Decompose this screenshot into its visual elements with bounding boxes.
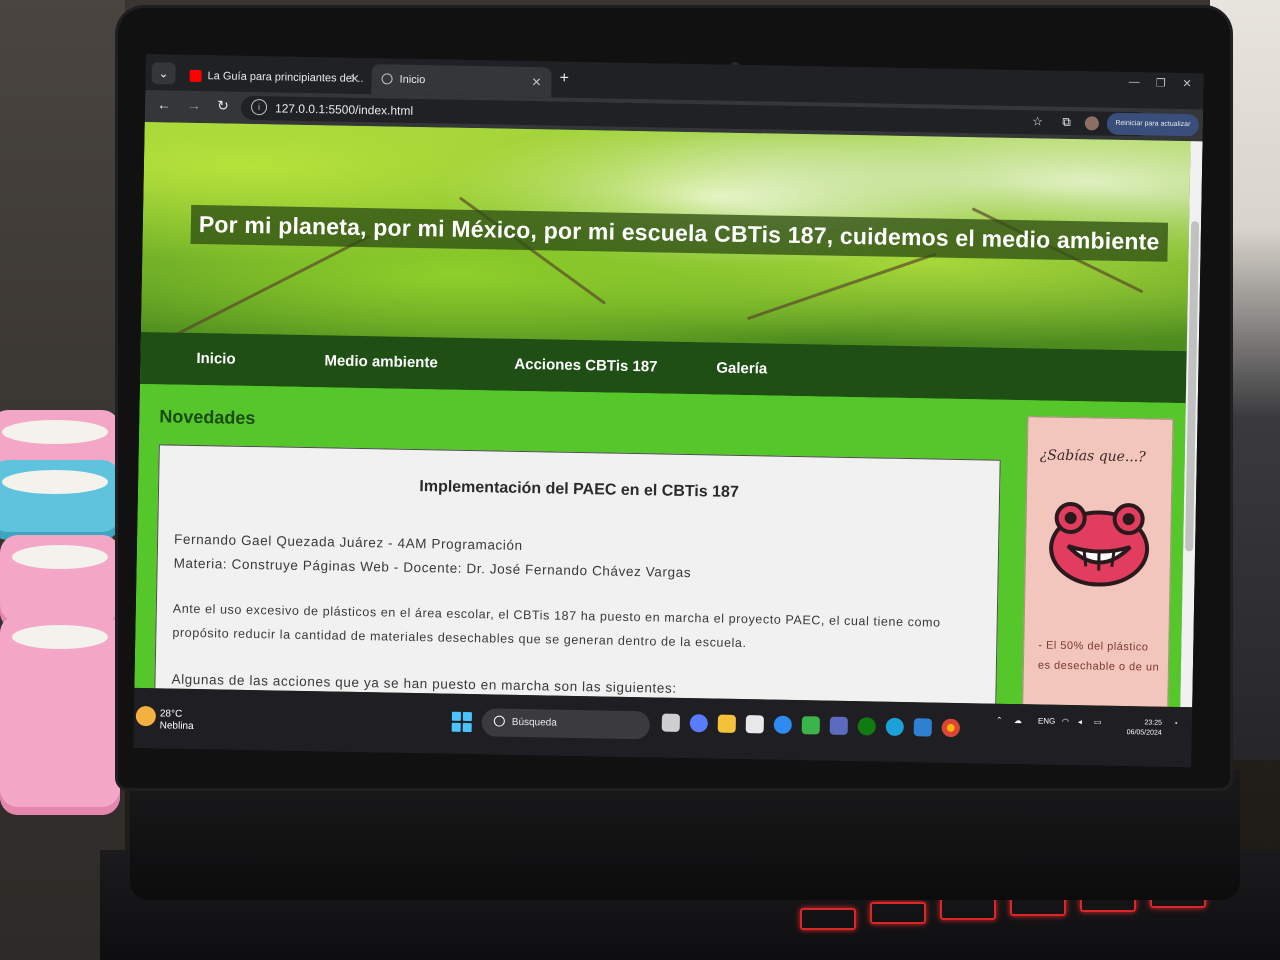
url-text[interactable]: 127.0.0.1:5500/index.html (275, 101, 413, 118)
news-card: Implementación del PAEC en el CBTis 187 … (153, 444, 1001, 708)
did-you-know-aside: ¿Sabías que...? - El 50% del plástico es… (1022, 416, 1174, 708)
web-page: Por mi planeta, por mi México, por mi es… (134, 121, 1191, 708)
tab-label: Inicio (399, 73, 426, 87)
card-paragraph-line: Ante el uso excesivo de plásticos en el … (172, 601, 941, 630)
new-tab-button[interactable]: + (559, 70, 569, 88)
tab-search-button[interactable]: ⌄ (151, 62, 176, 85)
minimize-icon[interactable]: — (1129, 76, 1140, 88)
youtube-icon (189, 69, 202, 83)
tab-label: La Guía para principiantes del .. (207, 70, 364, 85)
card-title: Implementación del PAEC en el CBTis 187 (419, 478, 739, 501)
frog-mascot-icon (1049, 502, 1150, 587)
aside-text-line: es desechable o de un (1037, 659, 1160, 674)
vscode-icon[interactable] (913, 718, 932, 737)
app-store-icon[interactable] (773, 715, 792, 734)
photos-icon[interactable] (801, 716, 820, 735)
weather-sun-icon (135, 705, 157, 727)
weather-desc: Neblina (159, 720, 194, 732)
tray-chevron-icon[interactable]: ⌃ (996, 716, 1003, 725)
search-icon (493, 715, 505, 727)
card-paragraph-line: propósito reducir la cantidad de materia… (172, 625, 747, 651)
taskbar-clock[interactable]: 23:25 06/05/2024 (1127, 718, 1162, 739)
tab-guia[interactable]: La Guía para principiantes del .. ✕ (179, 60, 370, 95)
back-icon[interactable]: ← (157, 96, 171, 112)
clock-time: 23:25 (1144, 719, 1162, 727)
volume-icon[interactable]: ◂ (1078, 717, 1082, 726)
extensions-icon[interactable]: ⧉ (1062, 115, 1071, 130)
windows-start-icon[interactable] (451, 711, 472, 733)
chrome-icon[interactable] (941, 718, 960, 738)
close-window-icon[interactable]: ✕ (1182, 77, 1191, 90)
tab-inicio[interactable]: Inicio ✕ (371, 64, 552, 98)
taskbar-search[interactable]: Búsqueda (481, 708, 651, 740)
onedrive-icon[interactable]: ☁ (1014, 716, 1022, 725)
clock-date: 06/05/2024 (1126, 729, 1162, 737)
weather-temp: 28°C (159, 708, 183, 720)
main-content: Novedades Implementación del PAEC en el … (134, 383, 1186, 708)
nav-acciones[interactable]: Acciones CBTis 187 (514, 356, 657, 376)
laptop-screen: ⌄ La Guía para principiantes del .. ✕ In… (133, 54, 1204, 768)
relaunch-button[interactable]: Reiniciar para actualizar (1106, 112, 1200, 137)
laptop-hinge (130, 770, 1240, 900)
section-title: Novedades (159, 406, 256, 429)
nav-galeria[interactable]: Galería (716, 360, 767, 378)
aside-text-line: - El 50% del plástico (1038, 639, 1149, 654)
search-label: Búsqueda (511, 716, 557, 729)
pink-candle (0, 615, 120, 815)
store-icon[interactable] (745, 715, 764, 734)
site-info-icon[interactable]: i (250, 98, 268, 116)
close-icon[interactable]: ✕ (531, 67, 542, 97)
forward-icon[interactable]: → (187, 97, 201, 113)
wifi-icon[interactable]: ◠ (1062, 717, 1069, 726)
weather-widget[interactable]: 28°C Neblina (135, 705, 194, 733)
battery-icon[interactable]: ▭ (1094, 717, 1102, 726)
card-subject: Materia: Construye Páginas Web - Docente… (173, 555, 692, 581)
aside-title: ¿Sabías que...? (1039, 447, 1146, 466)
task-view-icon[interactable] (661, 713, 680, 732)
globe-icon (381, 73, 393, 85)
file-explorer-icon[interactable] (717, 714, 736, 733)
forest-banner: Por mi planeta, por mi México, por mi es… (140, 121, 1191, 352)
language-indicator[interactable]: ENG (1038, 716, 1056, 725)
nav-inicio[interactable]: Inicio (196, 350, 235, 368)
close-icon[interactable]: ✕ (349, 64, 360, 94)
xbox-icon[interactable] (857, 717, 876, 736)
restore-icon[interactable]: ❐ (1156, 77, 1166, 90)
reload-icon[interactable]: ↻ (217, 97, 229, 114)
card-author: Fernando Gael Quezada Juárez - 4AM Progr… (173, 531, 523, 553)
blue-candle (0, 460, 120, 540)
copilot-icon[interactable] (689, 714, 708, 733)
media-icon[interactable] (829, 716, 848, 735)
nav-medio-ambiente[interactable]: Medio ambiente (324, 352, 438, 371)
edge-icon[interactable] (885, 717, 904, 736)
bookmark-star-icon[interactable]: ☆ (1032, 114, 1043, 128)
notification-bell-icon[interactable]: ◔ (1173, 719, 1178, 728)
